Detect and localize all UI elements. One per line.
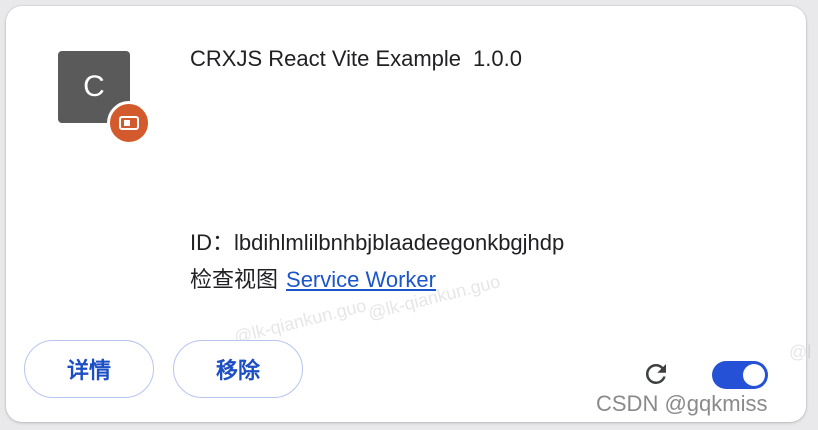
reload-icon[interactable] xyxy=(640,358,672,390)
watermark: @l xyxy=(789,342,812,362)
toggle-knob xyxy=(743,364,765,386)
inspect-views-label: 检查视图 xyxy=(190,267,279,292)
enable-toggle[interactable] xyxy=(712,361,768,389)
remove-button[interactable]: 移除 xyxy=(173,340,303,398)
csdn-watermark: CSDN @gqkmiss xyxy=(596,391,768,416)
extension-version: 1.0.0 xyxy=(473,46,522,71)
extension-name: CRXJS React Vite Example xyxy=(190,46,462,71)
ticket-icon xyxy=(107,101,151,145)
service-worker-link[interactable]: Service Worker xyxy=(286,267,436,292)
extension-title: CRXJS React Vite Example 1.0.0 xyxy=(190,46,522,72)
extension-icon-letter: C xyxy=(83,70,105,103)
details-button[interactable]: 详情 xyxy=(24,340,154,398)
extension-card: C CRXJS React Vite Example 1.0.0 ID：lbdih… xyxy=(6,6,811,422)
extension-id: ID：lbdihlmlilbnhbjblaadeegonkbgjhdp xyxy=(190,230,565,255)
inspect-views-row: 检查视图 Service Worker xyxy=(190,262,436,294)
